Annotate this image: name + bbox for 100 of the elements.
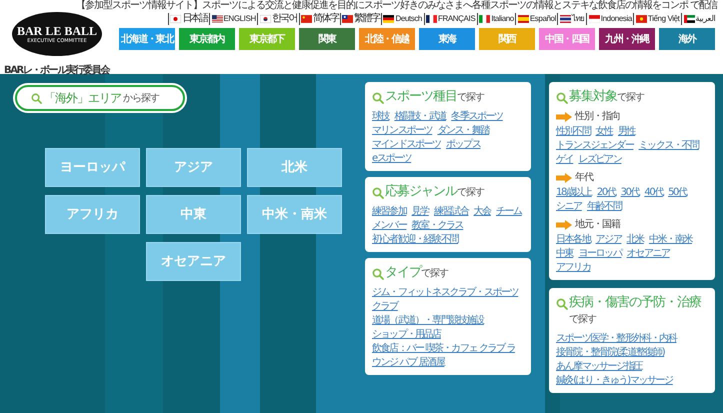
category-link[interactable]: 30代	[620, 187, 640, 198]
category-link[interactable]: 女性	[596, 126, 613, 137]
region-tab[interactable]: 北陸・信越	[359, 28, 415, 50]
search-icon	[556, 298, 568, 310]
category-link[interactable]: ヨーロッパ	[578, 248, 622, 259]
language-link[interactable]: العربية	[681, 13, 717, 25]
category-link[interactable]: ポップス	[446, 139, 480, 150]
arrow-icon	[556, 112, 572, 122]
language-link[interactable]: ไทย	[557, 13, 586, 25]
category-link[interactable]: 練習試合	[434, 206, 468, 217]
flag-icon	[518, 15, 529, 23]
organization-name: BARレ・ボール実行委員会	[4, 63, 109, 78]
flag-icon	[636, 15, 647, 23]
search-icon	[31, 92, 42, 104]
search-icon	[372, 187, 384, 199]
flag-icon	[212, 15, 222, 23]
category-link[interactable]: 男性	[618, 126, 636, 137]
flag-icon	[301, 15, 312, 23]
category-link[interactable]: ダンス・舞踏	[437, 125, 489, 136]
category-link[interactable]: 見学	[412, 206, 429, 217]
region-tab[interactable]: 東京都内	[179, 28, 235, 50]
language-link[interactable]: 한국어	[257, 13, 299, 25]
language-link[interactable]: Español	[515, 13, 558, 25]
group-heading: 性別・指向	[575, 110, 620, 124]
flag-icon	[170, 15, 182, 23]
language-link[interactable]: Deutsch	[380, 13, 424, 25]
language-link[interactable]: Italiano	[476, 13, 516, 25]
language-link[interactable]: FRANÇAIS	[424, 13, 477, 25]
region-tab[interactable]: 北海道・東北	[119, 28, 175, 50]
category-link[interactable]: 年齢不問	[587, 201, 622, 212]
category-link[interactable]: 50代	[668, 187, 687, 198]
category-link[interactable]: ショップ・用品店	[372, 328, 441, 342]
flag-icon	[383, 15, 394, 23]
flag-icon	[684, 15, 694, 23]
region-tab[interactable]: 東京都下	[239, 28, 295, 50]
flag-icon	[426, 15, 437, 23]
category-link[interactable]: 飲食店：バー 喫茶・カフェ クラブ ラウンジ パブ 居酒屋	[372, 342, 522, 370]
category-link[interactable]: 性別不問	[556, 126, 590, 137]
category-link[interactable]: 20代	[596, 187, 616, 198]
flag-icon	[479, 15, 490, 23]
category-link[interactable]: 中東	[556, 248, 574, 259]
category-link[interactable]: 日本各地	[556, 234, 590, 245]
language-link[interactable]: Indonesia	[586, 13, 634, 25]
category-link[interactable]: あん摩マッサージ指圧	[556, 360, 642, 374]
category-link[interactable]: チーム	[496, 206, 522, 217]
card-title: タイプで探す	[385, 265, 448, 282]
arrow-icon	[556, 220, 572, 230]
category-link[interactable]: マインドスポーツ	[372, 139, 441, 150]
search-icon	[372, 268, 384, 280]
category-link[interactable]: シニア	[556, 201, 582, 212]
category-link[interactable]: 18歳以上	[556, 187, 592, 198]
group-heading: 年代	[575, 171, 593, 185]
category-link[interactable]: 中米・南米	[648, 234, 692, 245]
category-link[interactable]: 大会	[474, 206, 491, 217]
category-link[interactable]: 練習参加	[372, 206, 406, 217]
language-link[interactable]: Tiếng Việt	[633, 13, 681, 25]
category-link[interactable]: eスポーツ	[372, 153, 412, 164]
category-link[interactable]: オセアニア	[626, 248, 670, 259]
category-link[interactable]: ジム・フィットネスクラブ・スポーツクラブ	[372, 286, 522, 314]
flag-icon	[560, 15, 571, 23]
region-tab[interactable]: 東海	[419, 28, 475, 50]
category-link[interactable]: マリンスポーツ	[372, 125, 432, 136]
flag-icon	[342, 15, 354, 23]
category-link[interactable]: 40代	[644, 187, 663, 198]
category-link[interactable]: ミックス・不問	[638, 140, 699, 151]
region-tab[interactable]: 九州・沖縄	[599, 28, 655, 50]
region-tab[interactable]: 海外	[659, 28, 715, 50]
region-tab[interactable]: 関東	[299, 28, 355, 50]
category-link[interactable]: メンバー	[372, 220, 406, 231]
card-title: スポーツ種目で探す	[385, 89, 484, 106]
area-search-button[interactable]: 「海外」エリア から探す	[15, 85, 185, 111]
category-link[interactable]: アフリカ	[556, 262, 590, 273]
language-link[interactable]: 繁體字	[340, 13, 381, 25]
group-heading: 地元・国籍	[575, 218, 620, 232]
language-link[interactable]: 简体字	[298, 13, 340, 25]
category-link[interactable]: 北米	[626, 234, 644, 245]
category-link[interactable]: 教室・クラス	[412, 220, 464, 231]
category-link[interactable]: 球技	[372, 111, 390, 122]
category-link[interactable]: 冬季スポーツ	[451, 111, 503, 122]
arrow-icon	[556, 172, 572, 182]
language-link[interactable]: 日本語	[168, 13, 209, 25]
search-icon	[372, 92, 384, 104]
card-title: 応募ジャンルで探す	[385, 184, 484, 201]
category-link[interactable]: 格闘技・武道	[394, 111, 446, 122]
search-icon	[556, 92, 568, 104]
category-link[interactable]: アジア	[596, 234, 622, 245]
card-title: 疾病・傷害の予防・治療 で探す	[569, 295, 702, 327]
card-title: 募集対象で探す	[569, 89, 644, 106]
category-link[interactable]: 道場（武道）・専門競技施設	[372, 314, 484, 328]
flag-icon	[260, 15, 271, 23]
category-link[interactable]: ゲイ	[556, 154, 574, 165]
language-link[interactable]: ENGLISH	[209, 13, 258, 25]
category-link[interactable]: スポーツ医学・整形外科・内科	[556, 332, 676, 346]
flag-icon	[588, 15, 600, 23]
category-link[interactable]: 初心者歓迎・経験不問	[372, 234, 458, 245]
region-tab[interactable]: 中国・四国	[539, 28, 595, 50]
category-link[interactable]: トランスジェンダー	[556, 140, 634, 151]
category-link[interactable]: 鍼灸(はり・きゅう)マッサージ	[556, 374, 673, 388]
category-link[interactable]: 接骨院・整骨院(柔道整復師)	[556, 346, 664, 360]
category-link[interactable]: レズビアン	[578, 154, 622, 165]
